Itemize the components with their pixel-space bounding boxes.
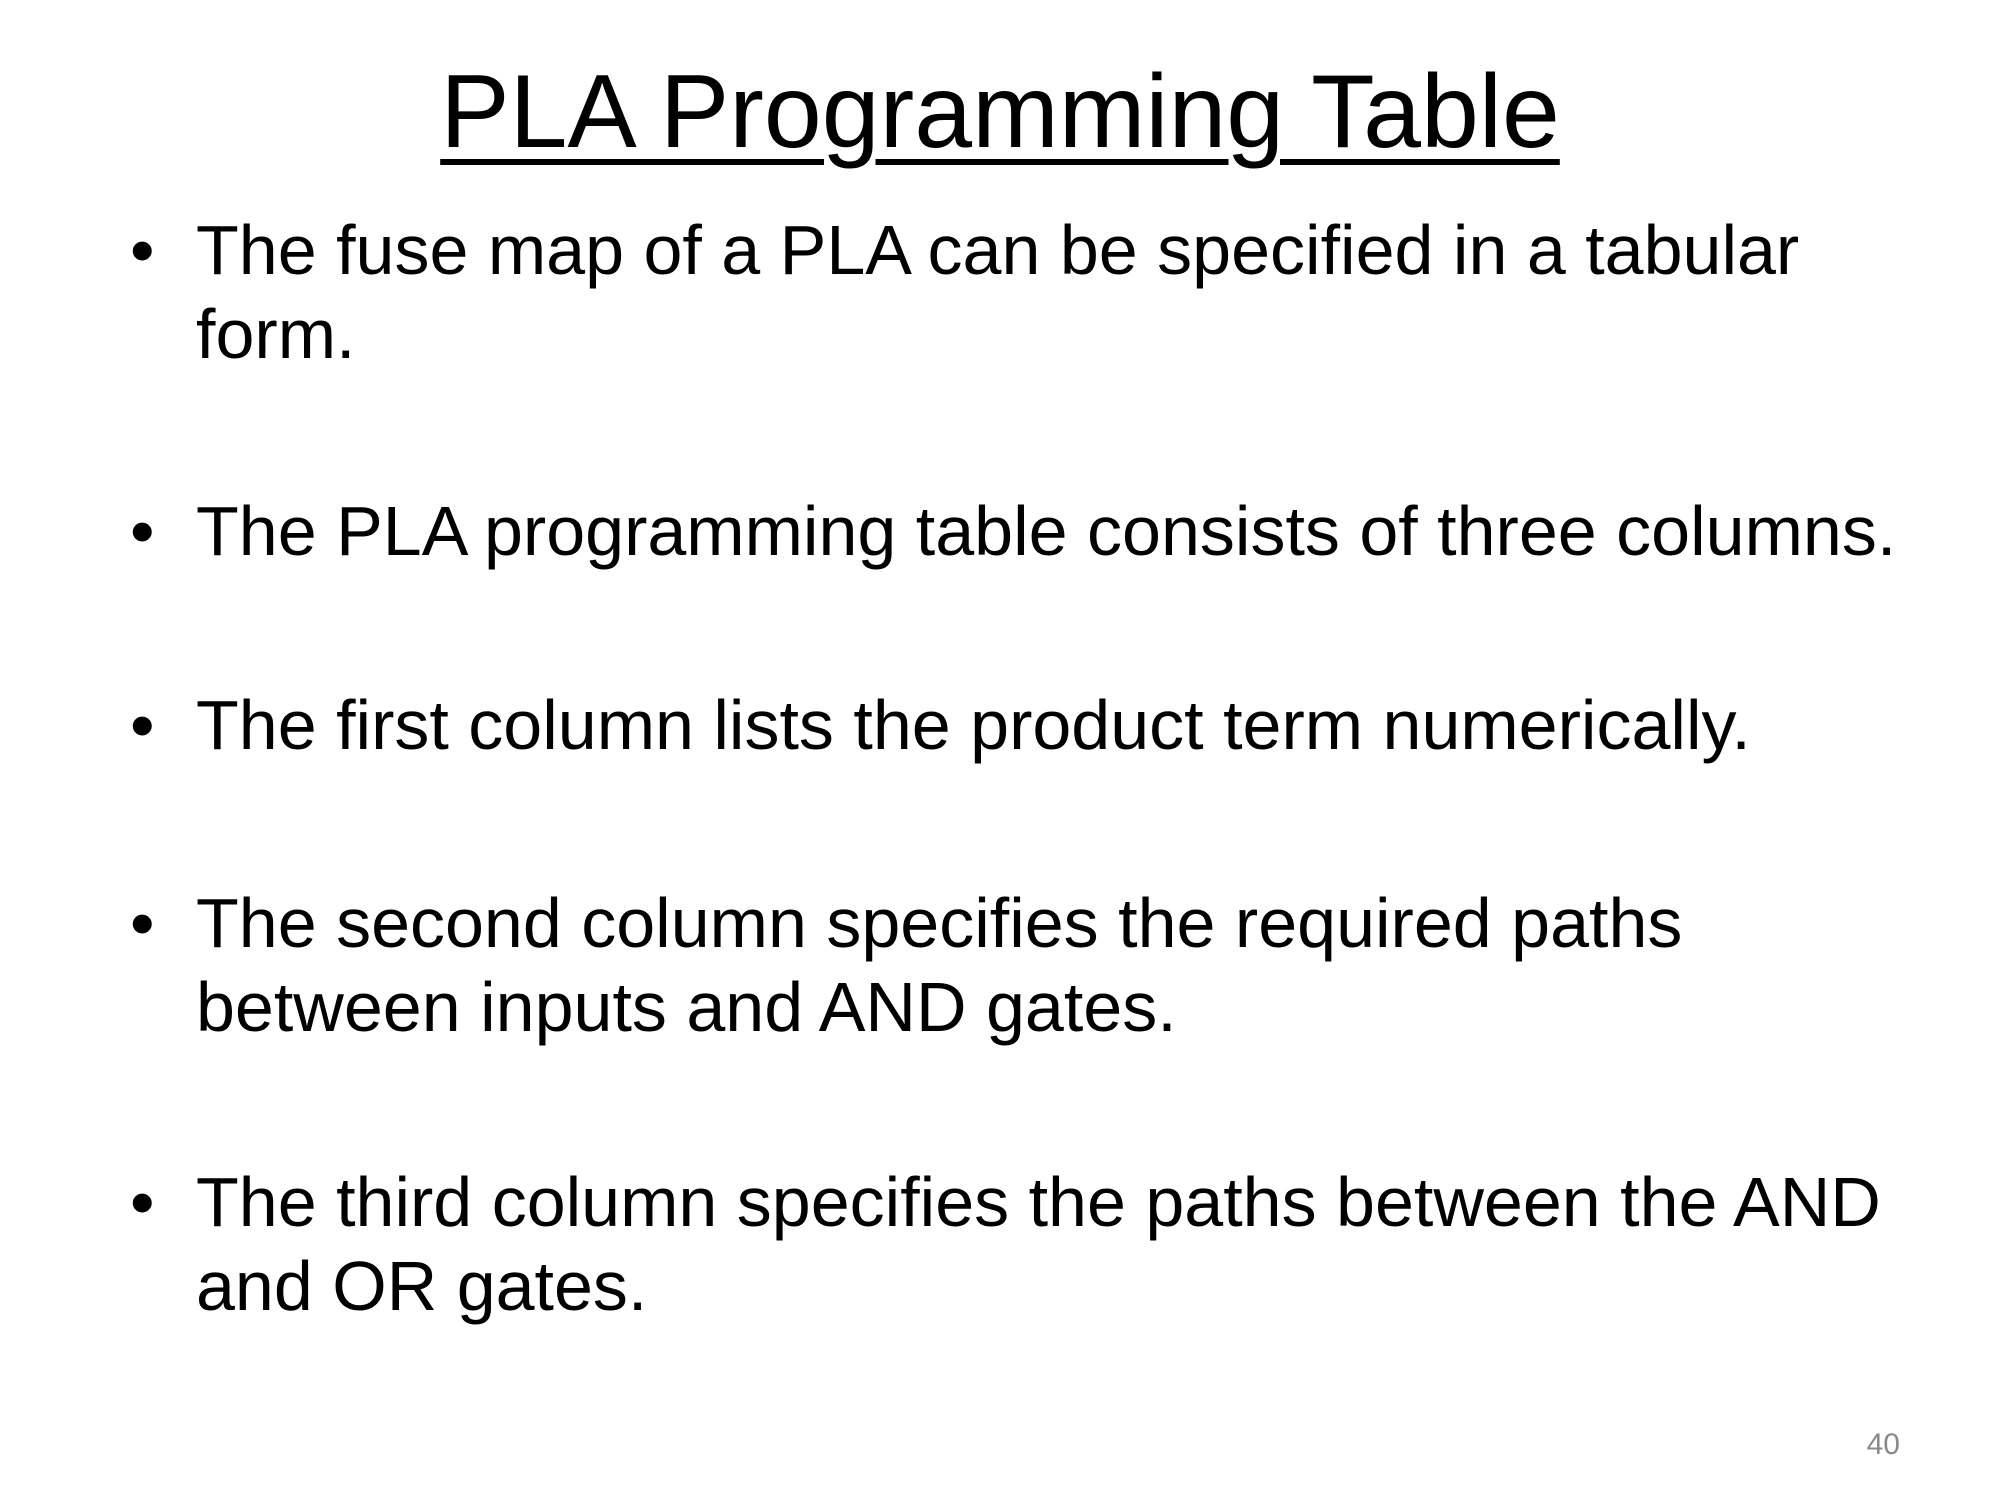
- bullet-item: • The first column lists the product ter…: [130, 683, 1910, 767]
- bullet-item: • The second column specifies the requir…: [130, 881, 1910, 1049]
- bullet-marker: •: [130, 884, 155, 962]
- bullet-marker: •: [130, 686, 155, 764]
- slide: PLA Programming Table • The fuse map of …: [0, 0, 2000, 1500]
- bullet-marker: •: [130, 492, 155, 570]
- bullet-item: • The PLA programming table consists of …: [130, 489, 1910, 573]
- page-number: 40: [1866, 1428, 1900, 1461]
- bullet-list: • The fuse map of a PLA can be specified…: [0, 0, 2000, 1500]
- bullet-marker: •: [130, 1163, 155, 1241]
- bullet-item: • The fuse map of a PLA can be specified…: [130, 208, 1910, 376]
- bullet-text: The second column specifies the required…: [196, 884, 1683, 1046]
- bullet-text: The fuse map of a PLA can be specified i…: [196, 211, 1800, 373]
- bullet-text: The first column lists the product term …: [196, 686, 1751, 764]
- bullet-text: The third column specifies the paths bet…: [196, 1163, 1881, 1325]
- bullet-item: • The third column specifies the paths b…: [130, 1160, 1910, 1328]
- bullet-text: The PLA programming table consists of th…: [196, 492, 1897, 570]
- bullet-marker: •: [130, 211, 155, 289]
